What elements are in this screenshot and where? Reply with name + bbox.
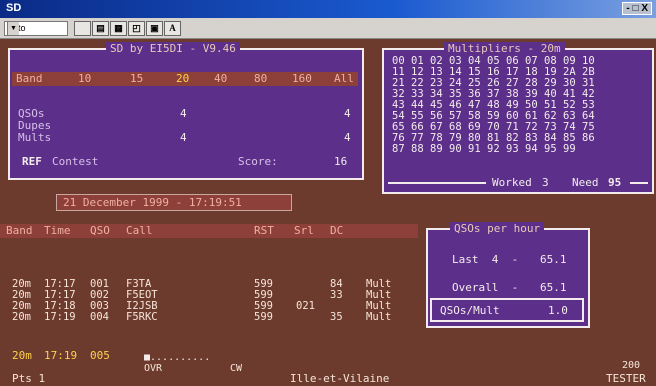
contest-label: Contest (52, 155, 99, 168)
band-10: 10 (78, 72, 92, 85)
current-qso[interactable]: 005 (90, 350, 110, 362)
multiplier-cell: 99 (563, 143, 576, 155)
multiplier-cell: 87 (392, 143, 405, 155)
band-header-row: Band 10 15 20 40 80 160 All (12, 72, 358, 86)
window-title: SD (6, 2, 22, 14)
current-band: 20m (12, 349, 32, 362)
log-header-call: Call (126, 224, 153, 237)
log-call: F5RKC (126, 311, 158, 323)
qsos-all-value: 4 (344, 107, 351, 120)
current-time: 17:19 (44, 349, 78, 362)
band-80: 80 (254, 72, 268, 85)
mark-icon[interactable] (74, 21, 91, 36)
multiplier-cell: 90 (449, 143, 462, 155)
need-value: 95 (608, 176, 622, 189)
log-dc: 33 (330, 289, 343, 301)
log-band: 20m (12, 311, 31, 323)
need-label: Need (572, 176, 599, 189)
points-status: Pts 1 (12, 372, 46, 385)
log-header-time: Time (44, 224, 71, 237)
multiplier-cell: 95 (544, 143, 557, 155)
band-15: 15 (130, 72, 144, 85)
log-dc: 35 (330, 311, 343, 323)
multiplier-cell: 89 (430, 143, 443, 155)
multiplier-cell: 86 (582, 132, 595, 144)
title-bar: SD - □ X (0, 0, 656, 18)
log-header-band: Band (6, 224, 33, 237)
properties-icon[interactable]: ▣ (146, 21, 163, 36)
log-header: Band Time QSO Call RST Srl DC (0, 224, 418, 238)
band-20: 20 (176, 72, 190, 85)
region-status: Ille-et-Vilaine (290, 372, 390, 385)
qsos-band-value: 4 (180, 107, 187, 120)
score-label: Score: (238, 155, 278, 168)
multipliers-panel: Multipliers - 20m 00 01 02 03 04 05 06 07 08 09 10… (382, 42, 654, 194)
log-time: 17:19 (44, 311, 76, 323)
multipliers-title: Multipliers - 20m (444, 42, 565, 55)
log-header-rst: RST (254, 224, 274, 237)
band-label: Band (16, 72, 43, 85)
log-header-dc: DC (330, 224, 344, 237)
log-row[interactable]: 20m 17:19 004 F5RKC 599 35 Mult (0, 312, 420, 323)
per-mult-label: QSOs/Mult (440, 304, 500, 317)
datetime: 21 December 1999 - 17:19:51 (63, 196, 242, 209)
log-note: Mult (366, 311, 392, 323)
mults-all-value: 4 (344, 131, 351, 144)
divider (388, 182, 486, 184)
ref-label: REF (22, 155, 42, 168)
band-all: All (334, 72, 354, 85)
qso-rate-title: QSOs per hour (450, 222, 545, 235)
band-40: 40 (214, 72, 228, 85)
band-160: 160 (292, 72, 312, 85)
multiplier-cell: 93 (506, 143, 519, 155)
last-rate-value: 65.1 (540, 253, 567, 266)
chevron-down-icon[interactable]: ▼ (7, 22, 19, 35)
mults-band-value: 4 (180, 131, 187, 144)
worked-value: 3 (542, 176, 549, 189)
per-mult-value: 1.0 (548, 304, 568, 317)
overall-rate-label: Overall - (452, 281, 519, 294)
log-header-qso: QSO (90, 224, 110, 237)
multiplier-cell: 92 (487, 143, 500, 155)
copy-icon[interactable]: ▤ (92, 21, 109, 36)
window-controls[interactable]: - □ X (622, 2, 652, 15)
multiplier-row: 87 88 89 90 91 92 93 94 95 99 (392, 144, 601, 155)
toolbar: Auto ▼ ▤ ▦ ◰ ▣ A (0, 18, 656, 39)
divider (630, 182, 648, 184)
last-rate-label: Last 4 - (452, 253, 519, 266)
score-value: 16 (334, 155, 348, 168)
status-bar: Pts 1 Ille-et-Vilaine TESTER (0, 372, 656, 386)
console-screen: SD by EI5DI - V9.46 Band 10 15 20 40 80 … (0, 38, 656, 386)
log-srl: 021 (296, 300, 315, 312)
multiplier-cell: 88 (411, 143, 424, 155)
multiplier-grid: 00 01 02 03 04 05 06 07 08 09 10 11 12 13 14 15 16 17 18 19… (392, 56, 601, 155)
worked-label: Worked (492, 176, 532, 189)
log-header-srl: Srl (294, 224, 314, 237)
fullscreen-icon[interactable]: ◰ (128, 21, 145, 36)
paste-icon[interactable]: ▦ (110, 21, 127, 36)
font-button[interactable]: A (164, 21, 181, 36)
datetime-bar: 21 December 1999 - 17:19:51 (56, 194, 292, 211)
number-indicator: 200 (622, 360, 641, 371)
panel-title: SD by EI5DI - V9.46 (106, 42, 240, 55)
mults-label: Mults (18, 131, 52, 144)
multiplier-cell: 91 (468, 143, 481, 155)
worked-need-bar: Worked 3 Need 95 (384, 176, 652, 190)
qso-rate-panel: QSOs per hour Last 4 - 65.1 Overall - 65… (426, 222, 590, 328)
stats-panel: SD by EI5DI - V9.46 Band 10 15 20 40 80 … (8, 42, 364, 180)
tester-status: TESTER (606, 372, 646, 385)
font-size-select[interactable]: Auto ▼ (4, 21, 68, 36)
overall-rate-value: 65.1 (540, 281, 567, 294)
log-rst: 599 (254, 311, 273, 323)
multiplier-cell: 94 (525, 143, 538, 155)
log-qso: 004 (90, 311, 109, 323)
per-mult-box: QSOs/Mult 1.0 (430, 298, 584, 322)
